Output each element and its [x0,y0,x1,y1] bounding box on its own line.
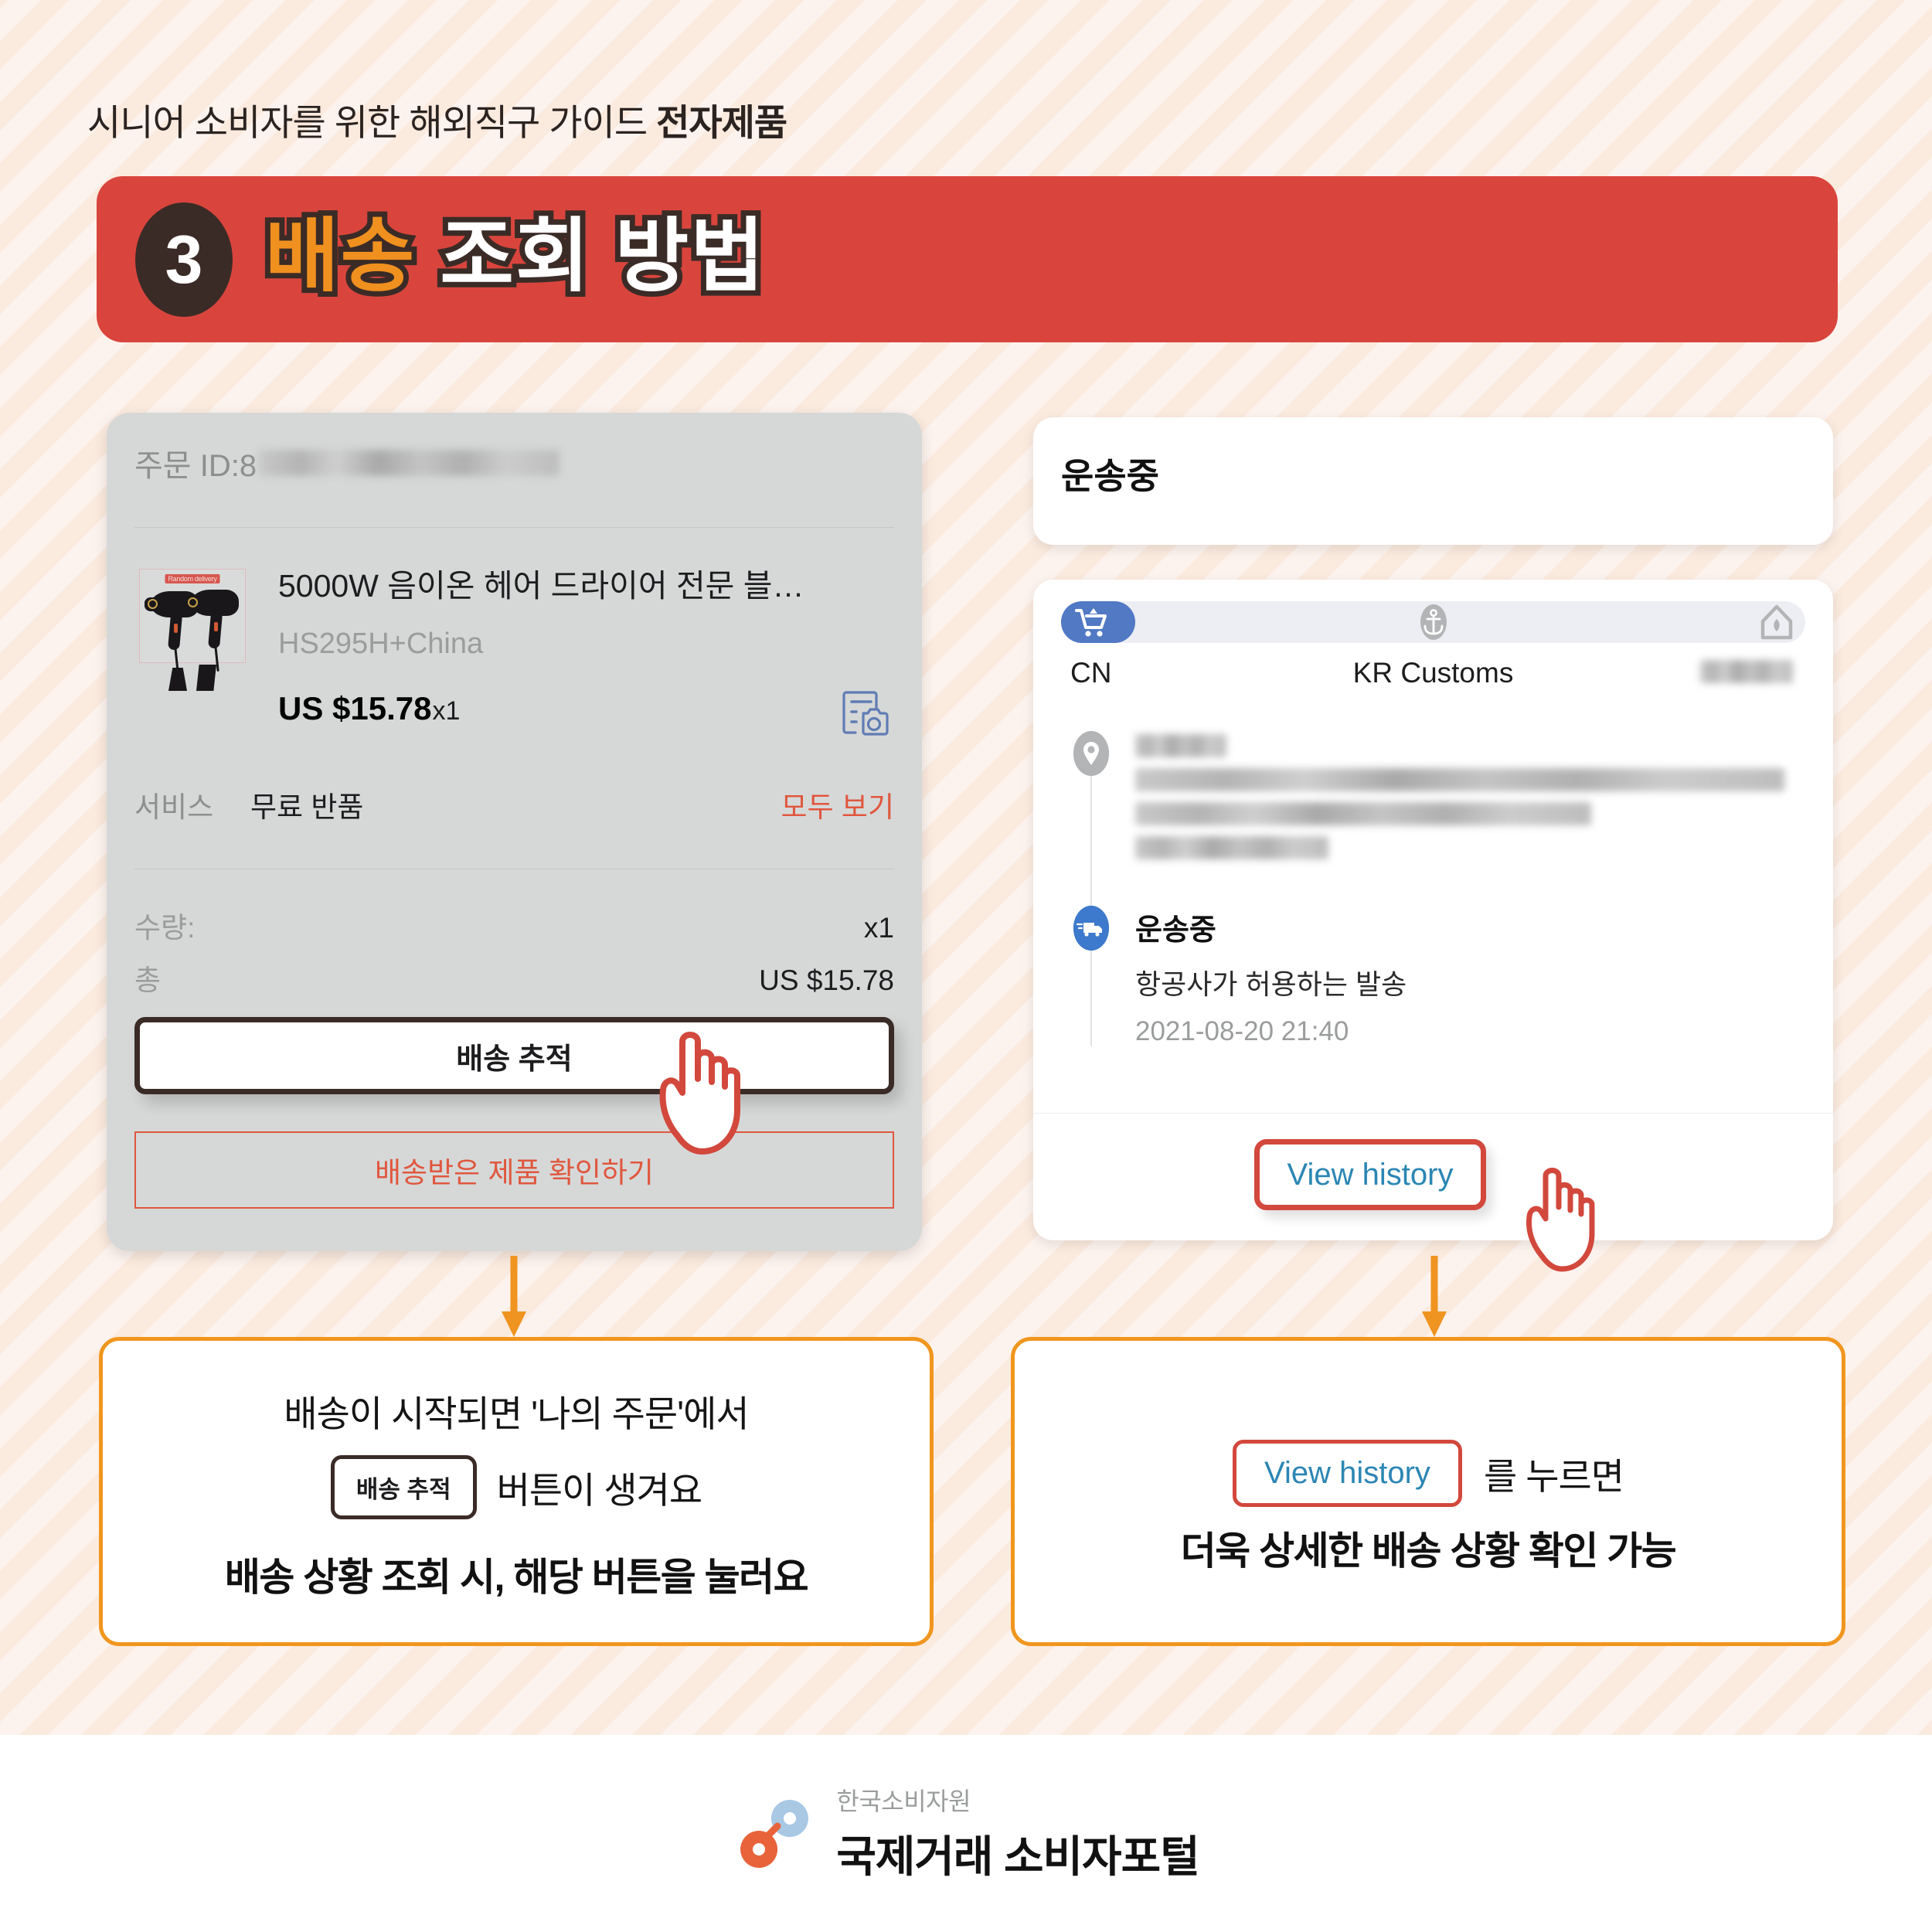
timeline-description: 항공사가 허용하는 발송 [1135,968,1407,1000]
order-id-row: 주문 ID:8 [134,440,560,485]
confirm-received-button[interactable]: 배송받은 제품 확인하기 [134,1131,894,1209]
callout-right-line2: 더욱 상세한 배송 상황 확인 가능 [1180,1529,1677,1573]
callout-left-line1: 배송이 시작되면 '나의 주문'에서 [284,1393,749,1434]
dryer-nozzle-round-icon [196,665,216,691]
tracking-card-divider [1033,1113,1833,1114]
timeline-timestamp: 2021-08-20 21:40 [1135,1016,1349,1046]
timeline-redacted-line-2 [1135,768,1784,791]
progress-label-origin: CN [1070,657,1112,689]
timeline-redacted-line-3 [1135,802,1591,825]
shipment-timeline: 운송중 항공사가 허용하는 발송 2021-08-20 21:40 [1061,731,1805,1071]
footer-organization: 한국소비자원 [836,1787,971,1815]
cart-icon [1075,608,1107,637]
dryer-nozzle-flat-icon [168,668,187,691]
order-totals: 수량: x1 총 US $15.78 [134,904,894,998]
timeline-redacted-line-4 [1135,836,1328,859]
callout-right-line1: View history 를 누르면 [1015,1440,1842,1507]
order-card: 주문 ID:8 Random delivery 5000W 음이온 헤어 드라이… [107,413,922,1251]
header-category: 전자제품 [656,102,787,143]
product-price: US $15.78 [278,690,432,726]
consumer-portal-logo [740,1799,809,1868]
order-id-label: 주문 ID:8 [134,449,257,483]
section-number-badge: 3 [135,202,233,317]
product-image-frame: Random delivery [139,569,246,674]
shipment-progress-bar [1061,601,1805,643]
total-sum-label: 총 [134,964,162,996]
header-prefix: 시니어 소비자를 위한 해외직구 가이드 [87,102,657,143]
section-banner: 3 배송 조회 방법 [97,176,1838,342]
arrow-down-left [502,1256,526,1337]
service-row: 서비스 무료 반품 모두 보기 [134,784,894,825]
service-value: 무료 반품 [250,791,364,823]
product-price-row: US $15.78 x1 [278,690,819,727]
section-title-rest: 조회 방법 [434,211,770,302]
home-icon [1760,604,1793,640]
product-title: 5000W 음이온 헤어 드라이어 전문 블루 라… [278,568,819,604]
truck-icon [1073,906,1109,951]
progress-label-destination-redacted [1700,660,1793,683]
anchor-icon [1420,604,1447,640]
service-label: 서비스 [134,791,214,823]
footer: 한국소비자원 국제거래 소비자포털 [0,1735,1932,1932]
product-thumbnail[interactable]: Random delivery [134,569,250,692]
invoice-photo-icon[interactable] [842,689,893,737]
callout-left-chip: 배송 추적 [330,1455,477,1519]
location-pin-icon [1073,731,1109,776]
arrow-down-right [1422,1256,1447,1337]
order-divider [134,527,894,528]
total-sum-value: US $15.78 [759,964,894,996]
callout-left-line2: 배송 추적 버튼이 생겨요 [103,1455,930,1519]
timeline-entry-current: 운송중 항공사가 허용하는 발송 2021-08-20 21:40 [1135,906,1406,1047]
total-quantity-value: x1 [863,912,894,944]
page-header: 시니어 소비자를 위한 해외직구 가이드 전자제품 [87,93,787,146]
total-row-quantity: 수량: x1 [134,904,894,946]
product-sku: HS295H+China [278,628,484,660]
product-quantity: x1 [432,696,461,726]
product-image-label: Random delivery [165,574,220,583]
infographic-page: 시니어 소비자를 위한 해외직구 가이드 전자제품 3 배송 조회 방법 주문 … [0,0,1932,1932]
section-title: 배송 조회 방법 [260,211,770,303]
total-row-sum: 총 US $15.78 [134,957,894,998]
timeline-redacted-line-1 [1135,734,1226,757]
shipment-tracking-card: CN KR Customs 운송중 항공사가 허용하는 발송 2021-08-2… [1033,580,1833,1240]
order-id-redacted [258,450,560,476]
progress-label-customs: KR Customs [1352,657,1514,689]
shipment-status-title: 운송중 [1061,456,1159,496]
product-row[interactable]: Random delivery 5000W 음이온 헤어 드라이어 전문 블루 … [134,560,894,760]
callout-right-chip: View history [1233,1440,1462,1507]
section-title-highlight: 배송 [260,211,420,302]
footer-portal-name: 국제거래 소비자포털 [836,1832,1199,1881]
callout-left-line3: 배송 상황 조회 시, 해당 버튼을 눌러요 [224,1556,809,1599]
callout-right-after-chip: 를 누르면 [1483,1456,1624,1497]
callout-right: View history 를 누르면 더욱 상세한 배송 상황 확인 가능 [1011,1337,1845,1646]
timeline-status: 운송중 [1135,914,1216,947]
shipment-status-card: 운송중 [1033,417,1833,545]
view-history-button[interactable]: View history [1254,1139,1486,1210]
product-info: 5000W 음이온 헤어 드라이어 전문 블루 라… HS295H+China … [278,560,819,727]
footer-text: 한국소비자원 국제거래 소비자포털 [836,1782,1199,1885]
callout-left-after-chip: 버튼이 생겨요 [496,1470,702,1511]
track-shipment-button[interactable]: 배송 추적 [134,1017,894,1094]
shipment-progress-labels: CN KR Customs [1061,657,1805,696]
callout-left: 배송이 시작되면 '나의 주문'에서 배송 추적 버튼이 생겨요 배송 상황 조… [99,1337,934,1646]
timeline-entry-redacted [1135,734,1792,870]
total-quantity-label: 수량: [134,912,196,944]
section-number: 3 [165,220,203,298]
service-view-all-link[interactable]: 모두 보기 [781,784,894,825]
